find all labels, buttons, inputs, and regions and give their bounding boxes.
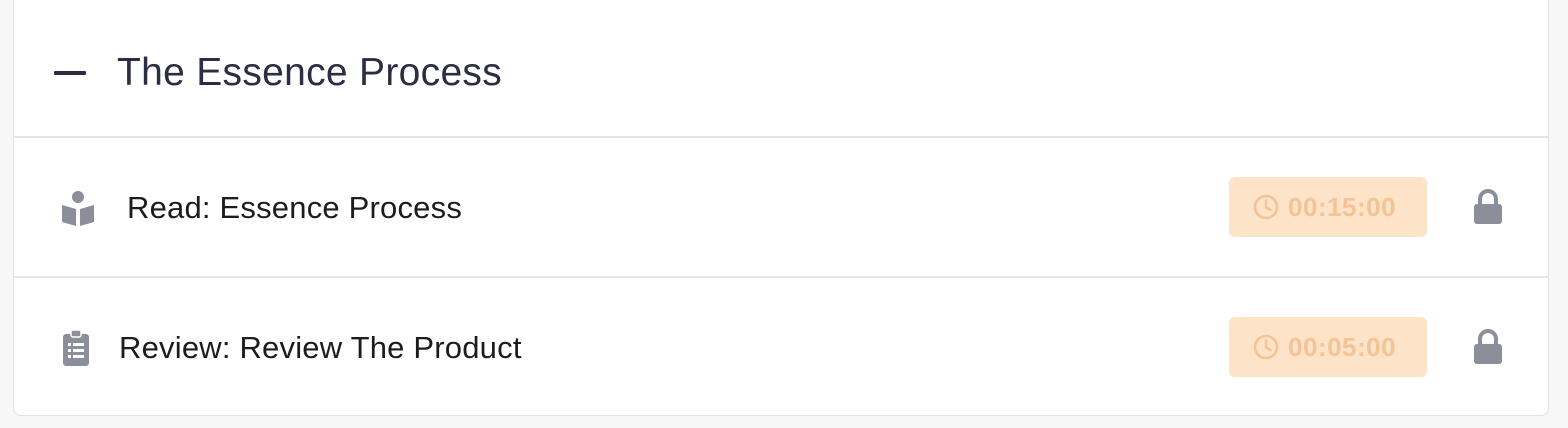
lesson-row[interactable]: Read: Essence Process 00:15:00 xyxy=(14,138,1548,278)
book-reader-icon xyxy=(60,188,96,228)
duration-text: 00:05:00 xyxy=(1288,332,1397,362)
lock-icon xyxy=(1472,189,1504,225)
lesson-row[interactable]: Review: Review The Product 00:05:00 xyxy=(14,278,1548,418)
lesson-title: Review: Review The Product xyxy=(119,330,522,365)
clock-icon xyxy=(1253,334,1279,360)
course-section-card: The Essence Process Read: Essence Proces… xyxy=(13,0,1549,416)
section-header[interactable]: The Essence Process xyxy=(14,0,1548,138)
lesson-title: Read: Essence Process xyxy=(127,190,463,225)
minus-icon[interactable] xyxy=(52,56,88,92)
clipboard-list-icon xyxy=(60,328,96,368)
duration-badge: 00:05:00 xyxy=(1229,317,1427,377)
duration-text: 00:15:00 xyxy=(1288,192,1397,222)
duration-badge: 00:15:00 xyxy=(1229,177,1427,237)
lock-icon xyxy=(1472,329,1504,365)
section-title: The Essence Process xyxy=(117,51,503,94)
clock-icon xyxy=(1253,194,1279,220)
